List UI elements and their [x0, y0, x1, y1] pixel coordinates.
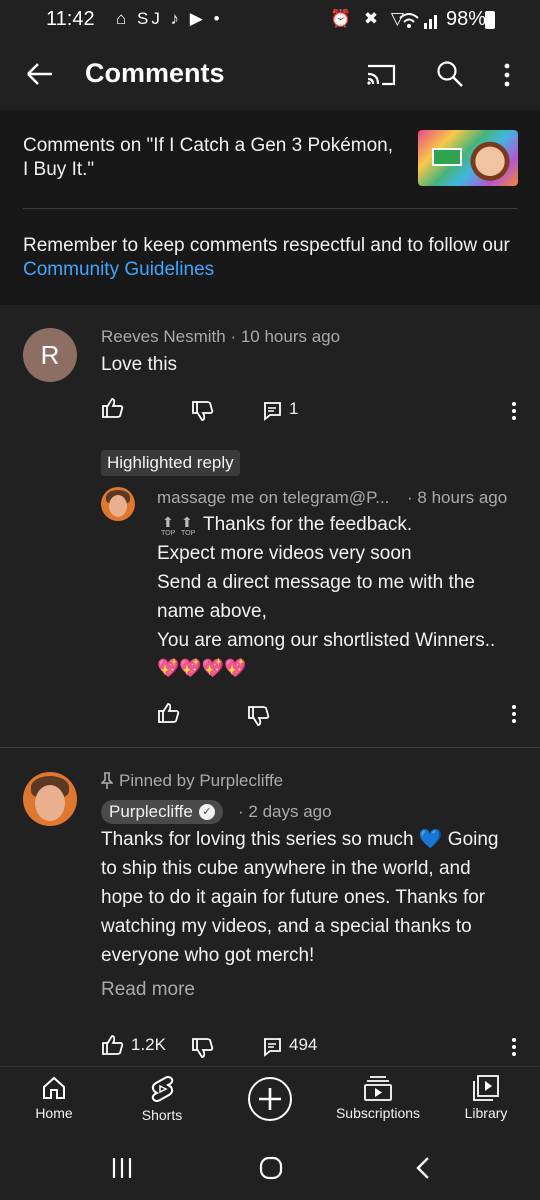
video-thumbnail[interactable]	[418, 130, 518, 186]
like-icon[interactable]	[101, 1034, 125, 1056]
wifi-signal-icon	[399, 13, 437, 29]
like-icon[interactable]	[101, 397, 125, 419]
back-chevron-icon[interactable]	[414, 1156, 432, 1180]
reply-line: You are among our shortlisted Winners..	[157, 630, 496, 651]
status-time: 11:42	[46, 8, 95, 30]
library-icon	[473, 1075, 499, 1101]
reply-count[interactable]: 494	[289, 1035, 317, 1055]
reply-menu-icon[interactable]	[510, 704, 518, 724]
create-button[interactable]	[216, 1075, 324, 1123]
creator-badge[interactable]: Purplecliffe ✓	[101, 800, 223, 824]
reply-time-wrap: · 8 hours ago	[407, 488, 508, 507]
reply-author[interactable]: massage me on telegram@P...	[157, 488, 389, 507]
thumbnail-face-shape	[470, 136, 510, 182]
avatar-face-shape	[109, 495, 127, 517]
verified-check-icon: ✓	[198, 804, 215, 820]
nav-label: Subscriptions	[335, 1105, 421, 1121]
battery-percent: 98%	[446, 8, 487, 30]
community-guidelines-notice: Remember to keep comments respectful and…	[23, 234, 513, 282]
highlighted-reply-badge: Highlighted reply	[101, 450, 240, 476]
comment-menu-icon[interactable]	[510, 1037, 518, 1057]
comment-separator	[0, 747, 540, 748]
reply-meta: massage me on telegram@P...	[157, 488, 389, 508]
reply-icon[interactable]	[262, 401, 282, 421]
comment-time-wrap: · 2 days ago	[238, 802, 332, 821]
dislike-icon[interactable]	[247, 705, 271, 727]
home-circle-icon[interactable]	[258, 1155, 284, 1181]
search-icon[interactable]	[436, 60, 464, 88]
comments-header: Comments on "If I Catch a Gen 3 Pokémon,…	[0, 110, 540, 305]
back-arrow-icon[interactable]	[24, 60, 54, 88]
top-label: TOP	[161, 530, 176, 537]
top-label: TOP	[181, 530, 196, 537]
subscriptions-icon	[364, 1076, 392, 1101]
dislike-icon[interactable]	[191, 400, 215, 422]
home-icon	[43, 1076, 65, 1099]
nav-label: Library	[464, 1105, 508, 1121]
guidelines-text: Remember to keep comments respectful and…	[23, 235, 510, 256]
reply-line: name above,	[157, 601, 267, 622]
pin-icon	[101, 772, 113, 789]
system-navigation-bar	[0, 1136, 540, 1200]
page-title: Comments	[85, 58, 225, 88]
comment-line: Thanks for loving this series so much 💙 …	[101, 829, 499, 850]
top-emoji-icon: ⬆ ⬆ TOP TOP	[159, 514, 205, 538]
shorts-icon	[151, 1076, 174, 1102]
read-more-link[interactable]: Read more	[101, 975, 195, 1004]
up-arrow-icon: ⬆	[181, 514, 193, 530]
system-icons: ⏰ ✖ ▽	[330, 9, 408, 28]
comment-line: watching my videos, and a special thanks…	[101, 916, 472, 937]
avatar-face-shape	[35, 785, 65, 821]
recent-apps-icon[interactable]	[110, 1156, 134, 1180]
video-title-line[interactable]: Comments on "If I Catch a Gen 3 Pokémon,…	[23, 134, 403, 182]
nav-home[interactable]: Home	[0, 1075, 108, 1121]
nav-subscriptions[interactable]: Subscriptions	[324, 1075, 432, 1121]
dislike-icon[interactable]	[191, 1037, 215, 1059]
header-divider	[23, 208, 517, 209]
reply-time: 8 hours ago	[417, 488, 508, 507]
top-app-bar: Comments	[0, 40, 540, 110]
reply-line: Send a direct message to me with the	[157, 572, 475, 593]
comment-line: to ship this cube anywhere in the world,…	[101, 858, 471, 879]
comment-time: 10 hours ago	[240, 327, 341, 346]
nav-library[interactable]: Library	[432, 1075, 540, 1121]
reply-avatar[interactable]	[101, 487, 135, 521]
comment-time: 2 days ago	[248, 802, 332, 821]
reply-line: Expect more videos very soon	[157, 543, 412, 564]
reply-hearts-emoji: 💖💖💖💖	[157, 658, 247, 678]
bottom-navigation: Home Shorts Subscriptions Library	[0, 1066, 540, 1136]
battery-icon	[485, 11, 495, 29]
comment-line: hope to do it again for future ones. Tha…	[101, 887, 486, 908]
notification-icons: ⌂ SJ ♪ ▶ •	[116, 9, 223, 28]
comment-menu-icon[interactable]	[510, 401, 518, 421]
comment-meta: Reeves Nesmith · 10 hours ago	[101, 327, 341, 346]
pinned-label: Pinned by Purplecliffe	[119, 771, 284, 790]
like-count: 1.2K	[131, 1035, 166, 1054]
reply-line: Thanks for the feedback.	[203, 514, 413, 535]
thumbnail-cube-shape	[432, 148, 462, 166]
reply-count[interactable]: 1	[289, 399, 298, 419]
comment-line: everyone who got merch!	[101, 945, 315, 966]
like-icon[interactable]	[157, 702, 181, 724]
avatar[interactable]	[23, 772, 77, 826]
comment-author[interactable]: Reeves Nesmith	[101, 327, 226, 346]
status-bar: 11:42 ⌂ SJ ♪ ▶ • ⏰ ✖ ▽ 98%	[0, 0, 540, 40]
cast-icon[interactable]	[366, 62, 396, 88]
reply-icon[interactable]	[262, 1037, 282, 1057]
nav-label: Shorts	[141, 1107, 183, 1123]
community-guidelines-link[interactable]: Community Guidelines	[23, 259, 214, 280]
up-arrow-icon: ⬆	[162, 514, 174, 530]
comment-author[interactable]: Purplecliffe	[109, 800, 193, 824]
comment-text: Love this	[101, 354, 178, 375]
nav-shorts[interactable]: Shorts	[108, 1075, 216, 1123]
add-icon	[248, 1077, 292, 1121]
more-vert-icon[interactable]	[502, 61, 512, 89]
avatar[interactable]: R	[23, 328, 77, 382]
nav-label: Home	[35, 1105, 73, 1121]
